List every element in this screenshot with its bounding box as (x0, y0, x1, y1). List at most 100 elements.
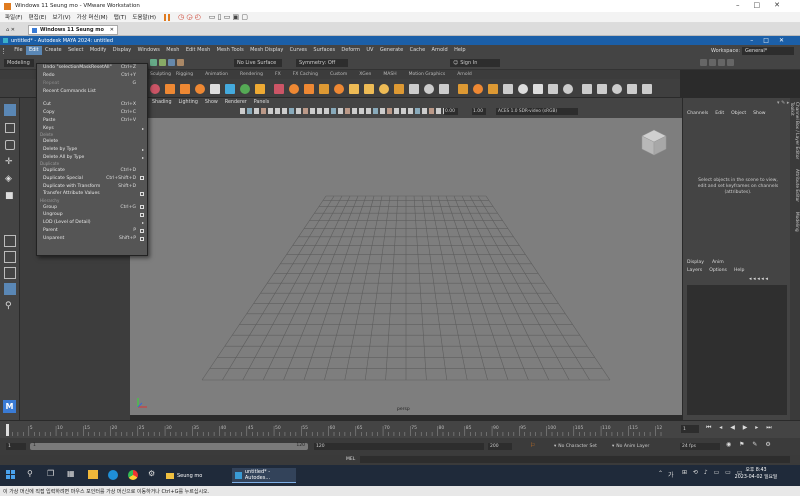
range-max-field[interactable]: 200 (488, 443, 512, 450)
maya-menu-create[interactable]: Create (42, 46, 65, 55)
layer-menu-item[interactable]: Options (709, 268, 727, 273)
shelf-tab[interactable]: Rendering (240, 72, 263, 77)
shelf-tool-icon[interactable] (409, 83, 419, 94)
viewport-menu-item[interactable]: Panels (254, 100, 269, 105)
rotate-tool-icon[interactable]: ◈ (5, 174, 15, 184)
maya-menu-mesh[interactable]: Mesh (163, 46, 183, 55)
maximize-icon[interactable]: □ (754, 1, 775, 9)
shelf-tool-icon[interactable] (210, 83, 220, 94)
chrome-icon[interactable] (128, 470, 138, 480)
select-tool-icon[interactable] (4, 104, 16, 116)
viewport-tool-icon[interactable] (261, 108, 266, 114)
shelf-tab[interactable]: Rigging (176, 72, 193, 77)
option-box-icon[interactable] (140, 176, 144, 181)
settings-icon[interactable]: ⚙ (148, 469, 155, 478)
shelf-tool-icon[interactable] (304, 83, 314, 94)
viewport-tool-icon[interactable] (310, 108, 315, 114)
channel-tab[interactable]: Object (731, 111, 746, 116)
maya-m-icon[interactable]: M (3, 400, 16, 413)
maya-menu-mesh-display[interactable]: Mesh Display (247, 46, 287, 55)
viewport-tool-icon[interactable] (324, 108, 329, 114)
shelf-tool-icon[interactable] (503, 83, 513, 94)
four-view-icon[interactable] (4, 251, 16, 263)
option-box-icon[interactable] (140, 191, 144, 196)
modeling-toolkit-icon[interactable] (700, 59, 707, 66)
maya-menu-select[interactable]: Select (65, 46, 87, 55)
viewport-tool-icon[interactable] (415, 108, 420, 114)
maya-menu-arnold[interactable]: Arnold (428, 46, 451, 55)
edge-icon[interactable] (108, 470, 118, 480)
snapshot-icon[interactable]: ◷ ◶ ◴ (178, 13, 201, 21)
edit-menu-item-ungroup[interactable]: Ungroup (37, 211, 147, 219)
live-surface-field[interactable]: No Live Surface (234, 59, 282, 67)
viewport-tool-icon[interactable] (247, 108, 252, 114)
viewport-menu-item[interactable]: Lighting (179, 100, 198, 105)
viewport-tool-icon[interactable] (359, 108, 364, 114)
maya-menu-file[interactable]: File (11, 46, 26, 55)
layer-tab[interactable]: Display (687, 260, 704, 265)
shelf-tool-icon[interactable] (424, 83, 434, 94)
maya-menu-modify[interactable]: Modify (87, 46, 110, 55)
maya-minimize-icon[interactable]: – (750, 37, 763, 44)
vm-menu-item[interactable]: 도움말(H) (132, 13, 156, 21)
fps-select[interactable]: 24 fps (680, 443, 720, 450)
gamma-field[interactable]: 1.00 (472, 108, 486, 115)
channel-icons[interactable]: ▾ ✎ ▸ (777, 100, 789, 106)
shelf-tool-icon[interactable] (473, 83, 483, 94)
search-icon[interactable]: ⚲ (27, 469, 33, 478)
scale-tool-icon[interactable]: ■ (5, 191, 15, 201)
snap-plane-icon[interactable] (177, 59, 184, 66)
shelf-tool-icon[interactable] (582, 83, 592, 94)
current-frame-field[interactable]: 1 (681, 425, 699, 433)
snap-curve-icon[interactable] (159, 59, 166, 66)
viewport-tool-icon[interactable] (366, 108, 371, 114)
viewport-tool-icon[interactable] (254, 108, 259, 114)
channel-tab[interactable]: Show (753, 111, 765, 116)
shelf-tool-icon[interactable] (533, 83, 543, 94)
maya-menu-help[interactable]: Help (451, 46, 469, 55)
viewport-menu-item[interactable]: Shading (152, 100, 172, 105)
symmetry-select[interactable]: Symmetry: Off (296, 59, 348, 67)
viewport-tool-icon[interactable] (338, 108, 343, 114)
edit-menu-item-unparent[interactable]: Unparent Shift+P (37, 235, 147, 243)
cmd-language-label[interactable]: MEL (346, 457, 355, 462)
range-end-field[interactable]: 120 (314, 443, 484, 450)
maya-menu-deform[interactable]: Deform (338, 46, 363, 55)
edit-menu-item-transfer-attribute-values[interactable]: Transfer Attribute Values (37, 190, 147, 198)
widgets-icon[interactable]: ▦ (67, 469, 75, 478)
playback-controls[interactable]: ⏮ ◂ ◀ ▶ ▸ ⏭ (706, 424, 775, 432)
viewport-menu-item[interactable]: Renderer (225, 100, 247, 105)
shelf-tool-icon[interactable] (349, 83, 359, 94)
maya-menu-windows[interactable]: Windows (134, 46, 163, 55)
channel-tab[interactable]: Edit (715, 111, 724, 116)
edit-menu-item-recent-commands-list[interactable]: Recent Commands List (37, 88, 147, 96)
viewport-tool-icon[interactable] (282, 108, 287, 114)
shelf-tool-icon[interactable] (458, 83, 468, 94)
edit-menu-item-delete-by-type[interactable]: Delete by Type ▸ (37, 145, 147, 153)
mode-select[interactable]: Modeling (4, 59, 34, 67)
lasso-tool-icon[interactable] (5, 123, 15, 133)
shelf-tool-icon[interactable] (548, 83, 558, 94)
shelf-tool-icon[interactable] (518, 83, 528, 94)
shelf-tab[interactable]: Arnold (457, 72, 472, 77)
paint-select-icon[interactable] (5, 140, 15, 150)
maya-menu-display[interactable]: Display (110, 46, 135, 55)
windows-start-icon[interactable] (6, 470, 16, 480)
maya-maximize-icon[interactable]: □ (763, 37, 779, 44)
viewport-tool-icon[interactable] (401, 108, 406, 114)
viewport-menu-item[interactable]: Show (205, 100, 218, 105)
viewport-tool-icon[interactable] (429, 108, 434, 114)
maya-close-icon[interactable]: ✕ (779, 37, 794, 44)
side-tab[interactable]: Attribute Editor (794, 169, 799, 202)
shelf-tab[interactable]: Motion Graphics (409, 72, 446, 77)
option-box-icon[interactable] (140, 228, 144, 233)
shelf-tool-icon[interactable] (195, 83, 205, 94)
shelf-tab[interactable]: XGen (359, 72, 371, 77)
shelf-tool-icon[interactable] (165, 83, 175, 94)
shelf-tool-icon[interactable] (180, 83, 190, 94)
shelf-tool-icon[interactable] (255, 83, 265, 94)
minimize-icon[interactable]: – (736, 1, 754, 9)
edit-menu-item-repeat[interactable]: Repeat G (37, 80, 147, 88)
search-tool-icon[interactable]: ⚲ (5, 301, 12, 311)
viewport-tool-icon[interactable] (373, 108, 378, 114)
